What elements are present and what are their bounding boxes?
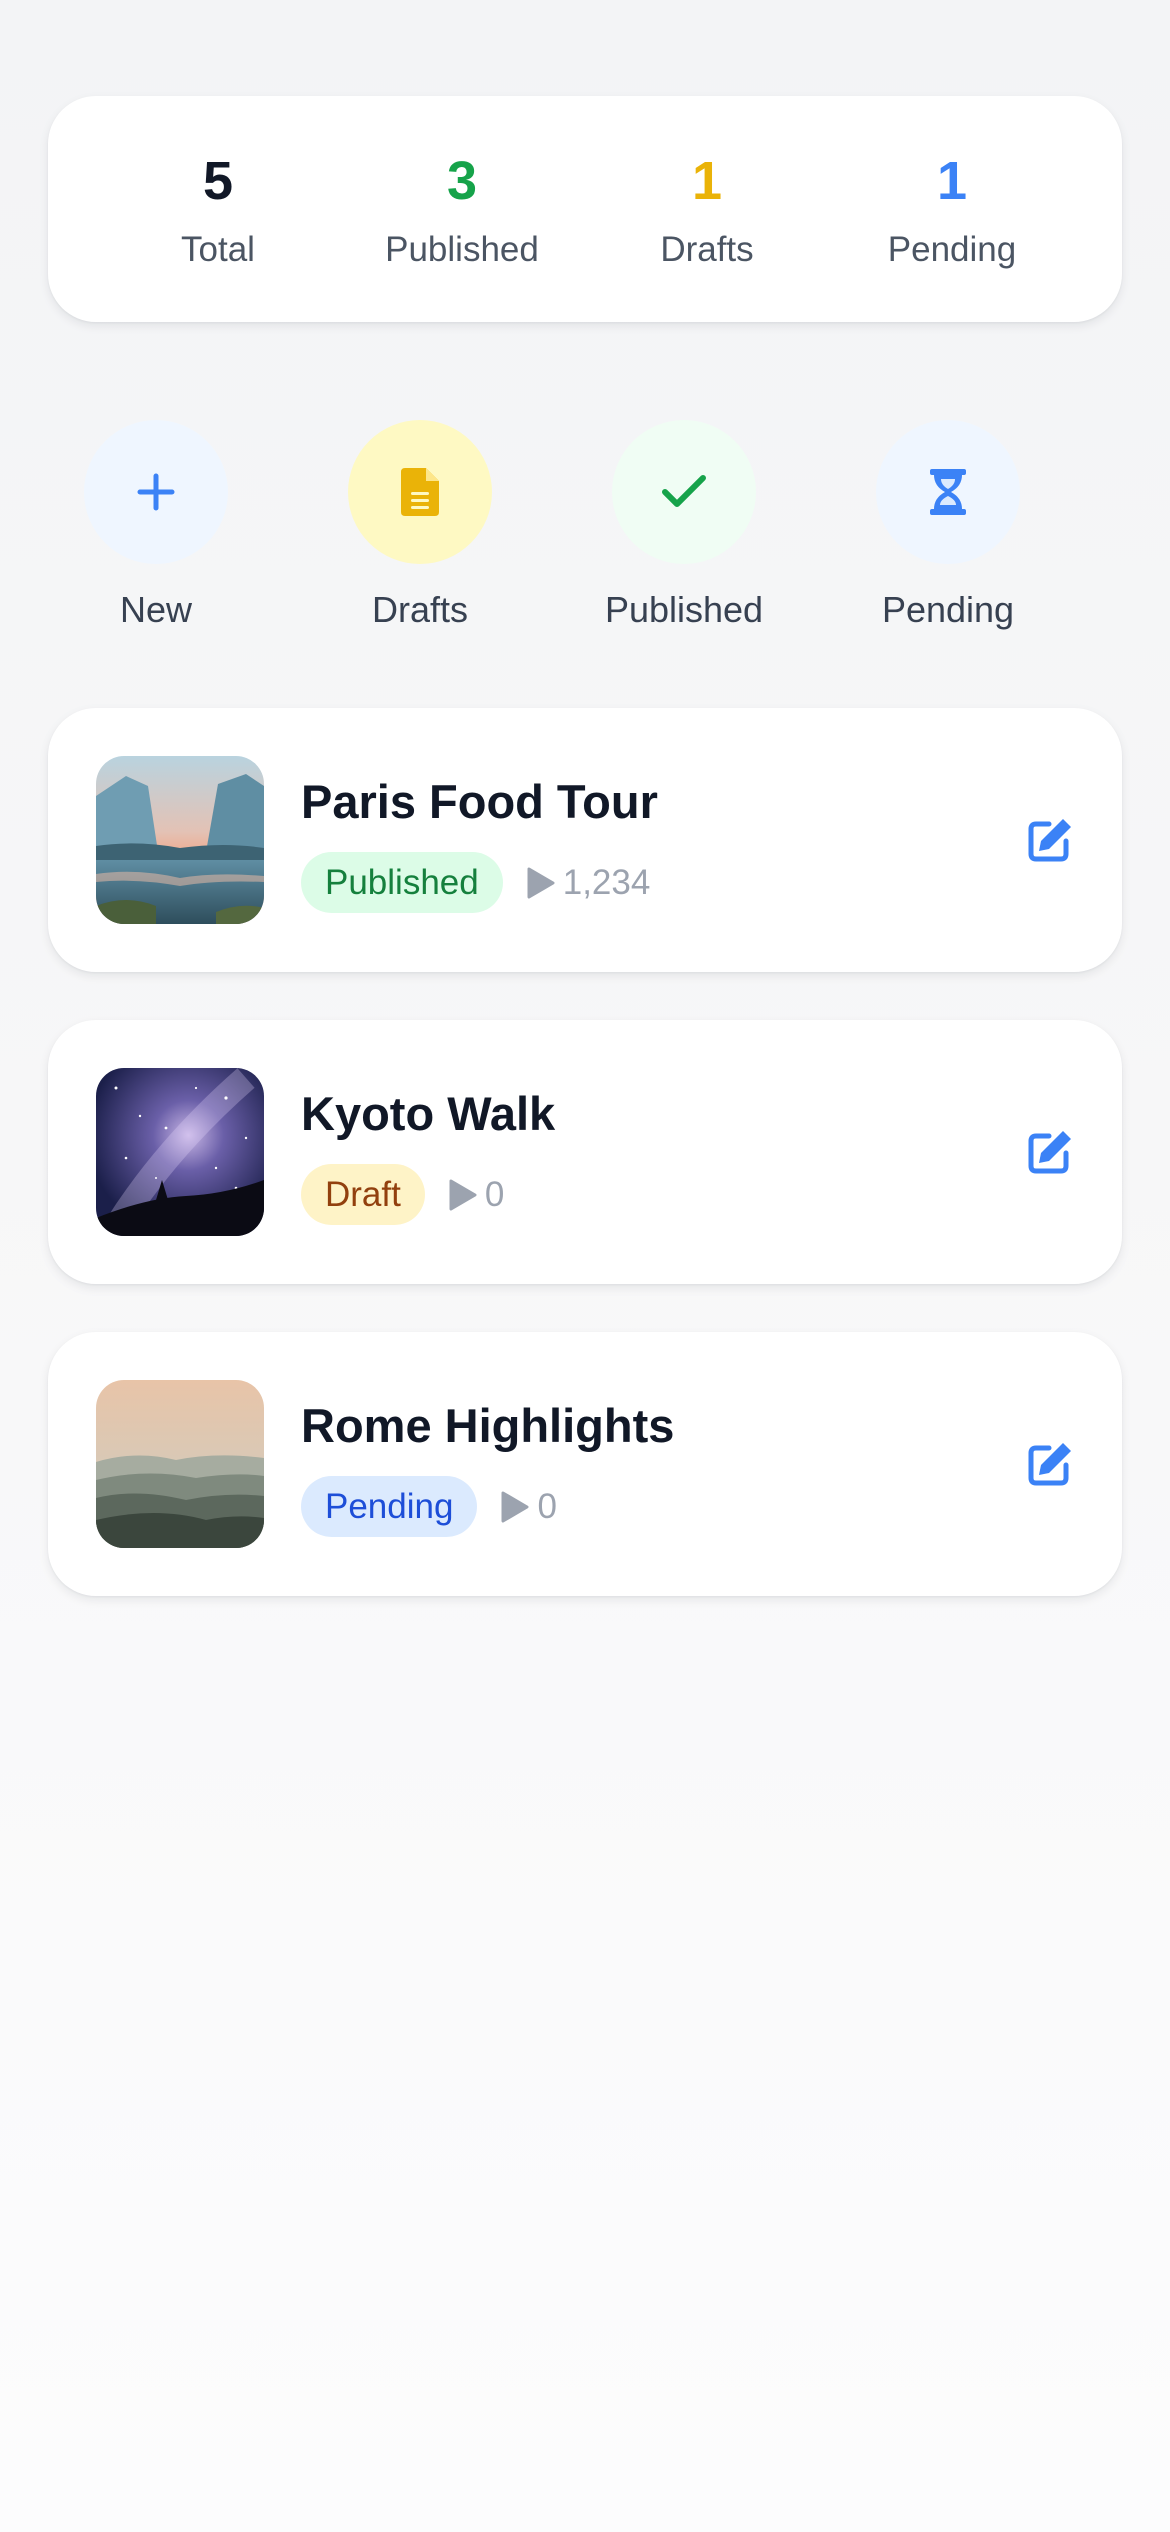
play-count-value: 1,234 <box>562 862 651 902</box>
pending-filter-label: Pending <box>881 589 1015 630</box>
pending-filter-button[interactable]: Pending <box>828 420 1068 628</box>
play-icon <box>527 867 555 898</box>
play-count: 0 <box>449 1175 504 1215</box>
stat-label: Pending <box>887 230 1017 269</box>
published-filter-circle[interactable] <box>612 420 756 564</box>
drafts-filter-button[interactable]: Drafts <box>300 420 540 628</box>
status-badge: Published <box>301 852 503 913</box>
tour-card[interactable]: Paris Food Tour Published 1,234 <box>48 708 1122 972</box>
new-button[interactable]: New <box>36 420 276 628</box>
play-count-value: 0 <box>537 1486 557 1526</box>
play-count: 1,234 <box>527 862 651 903</box>
tour-title: Paris Food Tour <box>301 775 658 828</box>
published-filter-button[interactable]: Published <box>564 420 804 628</box>
stat-label: Total <box>181 230 255 269</box>
status-badge: Pending <box>301 1476 478 1537</box>
plus-icon <box>137 473 175 511</box>
play-icon <box>501 1491 529 1522</box>
check-icon <box>662 475 706 507</box>
tour-thumbnail <box>96 1068 264 1236</box>
misty-hills-image <box>96 1380 264 1548</box>
tour-meta: Draft 0 <box>301 1164 504 1225</box>
play-icon <box>449 1179 477 1210</box>
tour-meta: Pending 0 <box>301 1476 557 1537</box>
tour-title: Rome Highlights <box>301 1399 675 1452</box>
tour-thumbnail <box>96 756 264 924</box>
stat-pending: 1 Pending <box>832 154 1072 267</box>
drafts-filter-label: Drafts <box>371 589 468 630</box>
play-count-value: 0 <box>484 1174 505 1214</box>
mountain-lake-image <box>96 756 264 924</box>
play-count: 0 <box>501 1486 557 1527</box>
edit-icon <box>1028 1131 1071 1174</box>
edit-button[interactable] <box>1022 812 1078 868</box>
tour-card[interactable]: Rome Highlights Pending 0 <box>48 1332 1122 1596</box>
edit-icon <box>1028 819 1071 862</box>
stat-value: 5 <box>202 151 234 211</box>
status-badge: Draft <box>301 1164 425 1225</box>
stat-drafts: 1 Drafts <box>587 154 827 267</box>
drafts-filter-circle[interactable] <box>348 420 492 564</box>
edit-icon <box>1028 1443 1071 1486</box>
tour-title: Kyoto Walk <box>301 1087 556 1140</box>
stat-label: Drafts <box>660 230 754 269</box>
pending-filter-circle[interactable] <box>876 420 1020 564</box>
published-filter-label: Published <box>604 589 764 630</box>
edit-button[interactable] <box>1022 1124 1078 1180</box>
stat-value: 1 <box>691 151 723 211</box>
stat-label: Published <box>385 230 539 269</box>
tour-thumbnail <box>96 1380 264 1548</box>
stat-value: 3 <box>446 151 478 211</box>
tour-meta: Published 1,234 <box>301 852 650 913</box>
hourglass-icon <box>930 469 966 515</box>
stat-value: 1 <box>936 151 968 211</box>
edit-button[interactable] <box>1022 1436 1078 1492</box>
stat-total: 5 Total <box>98 154 338 267</box>
new-button-label: New <box>119 589 193 630</box>
stat-published: 3 Published <box>342 154 582 267</box>
new-button-circle[interactable] <box>84 420 228 564</box>
document-icon <box>401 468 439 516</box>
starry-night-image <box>96 1068 264 1236</box>
tour-card[interactable]: Kyoto Walk Draft 0 <box>48 1020 1122 1284</box>
stats-card: 5 Total 3 Published 1 Drafts 1 Pending <box>48 96 1122 322</box>
